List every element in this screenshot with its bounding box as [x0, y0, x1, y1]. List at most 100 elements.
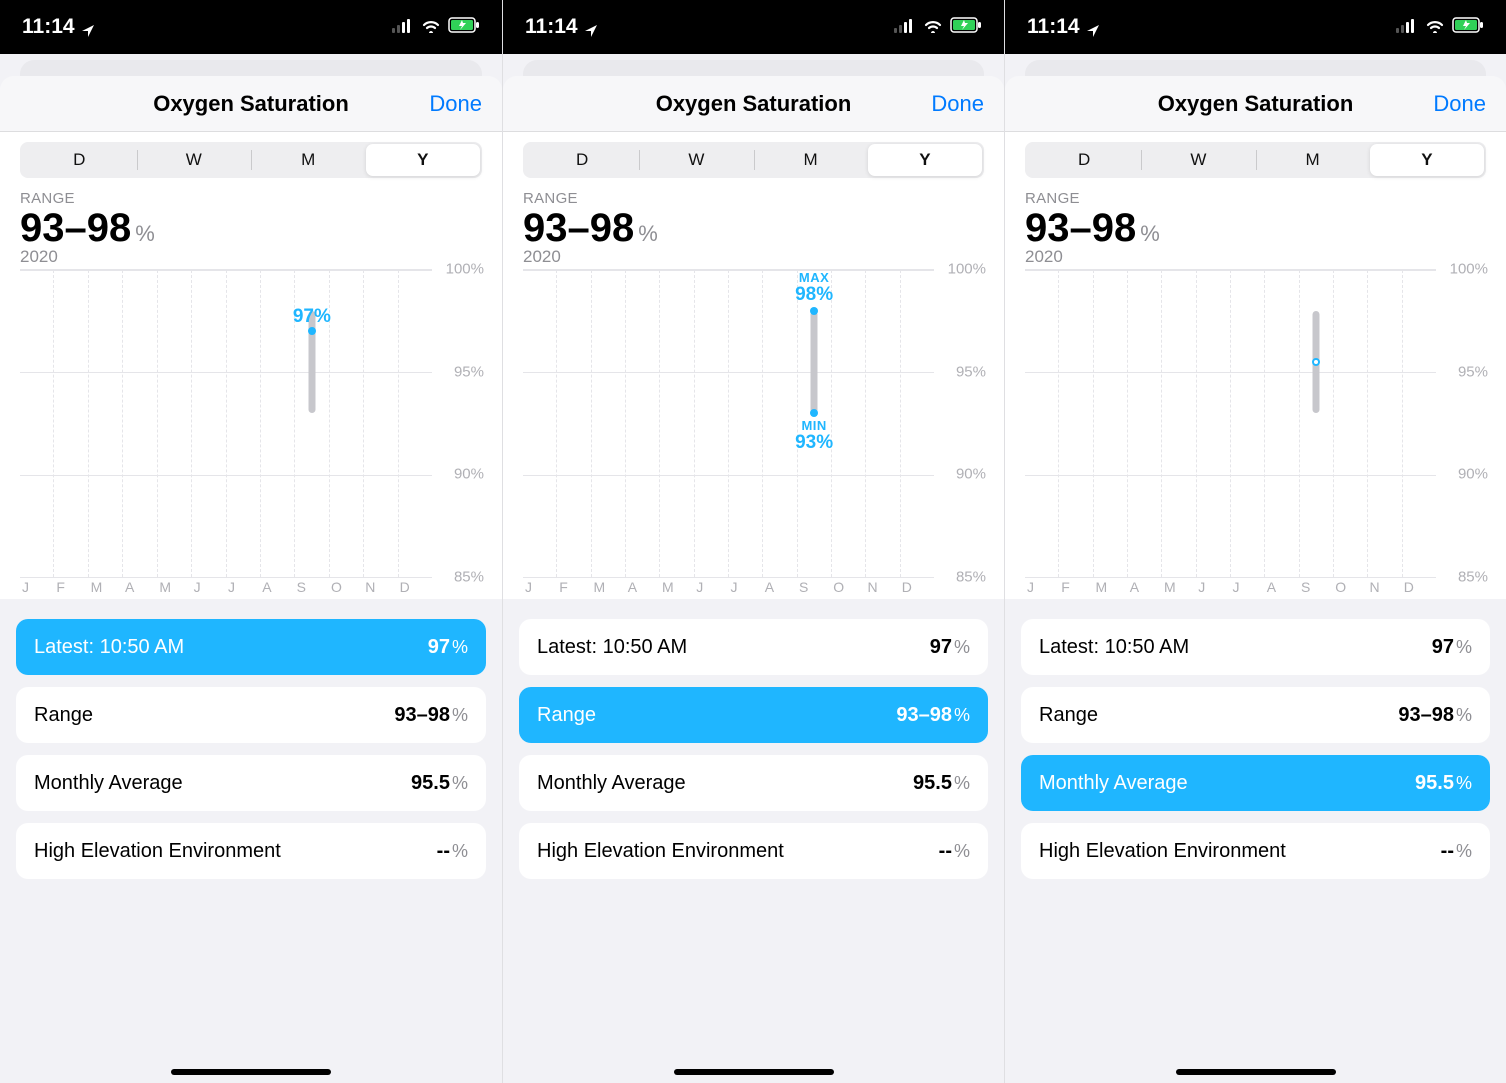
chart-annotation-min: MIN93% [795, 419, 833, 453]
card-avg-label: Monthly Average [1039, 772, 1188, 795]
card-avg[interactable]: Monthly Average 95.5% [519, 755, 988, 811]
card-avg-value: 95.5% [913, 772, 970, 795]
range-year: 2020 [1025, 247, 1486, 267]
card-elev[interactable]: High Elevation Environment --% [16, 823, 486, 879]
card-range-label: Range [34, 704, 93, 727]
time-range-segmented-control[interactable]: DWMY [523, 142, 984, 178]
navbar: Oxygen Saturation Done [0, 76, 502, 132]
card-elev[interactable]: High Elevation Environment --% [519, 823, 988, 879]
range-year: 2020 [20, 247, 482, 267]
wifi-icon [1424, 15, 1446, 39]
card-avg-label: Monthly Average [34, 772, 183, 795]
chart-annotation-max: MAX98% [795, 271, 833, 305]
done-button[interactable]: Done [429, 91, 482, 117]
x-tick-label: N [866, 579, 900, 599]
chart-dot-min [810, 409, 818, 417]
card-avg-label: Monthly Average [537, 772, 686, 795]
range-heading: RANGE [20, 190, 482, 207]
x-tick-label: A [626, 579, 660, 599]
battery-icon [950, 15, 982, 39]
x-tick-label: S [797, 579, 831, 599]
card-latest[interactable]: Latest: 10:50 AM 97% [519, 619, 988, 675]
segment-d[interactable]: D [22, 144, 137, 176]
segment-w[interactable]: W [639, 144, 753, 176]
x-tick-label: M [592, 579, 626, 599]
card-avg-value: 95.5% [411, 772, 468, 795]
chart-dot-latest [308, 327, 316, 335]
segment-d[interactable]: D [525, 144, 639, 176]
page-title: Oxygen Saturation [656, 91, 852, 117]
segment-w[interactable]: W [1141, 144, 1255, 176]
home-indicator[interactable] [674, 1069, 834, 1075]
battery-icon [1452, 15, 1484, 39]
card-range[interactable]: Range 93–98% [1021, 687, 1490, 743]
card-elev[interactable]: High Elevation Environment --% [1021, 823, 1490, 879]
chart-bar-sep [811, 311, 818, 413]
signal-icon [894, 15, 916, 39]
card-latest-value: 97% [1432, 636, 1472, 659]
card-latest[interactable]: Latest: 10:50 AM 97% [16, 619, 486, 675]
y-tick-label: 85% [454, 569, 484, 586]
location-icon [1086, 20, 1100, 34]
x-tick-label: A [763, 579, 797, 599]
y-tick-label: 95% [956, 363, 986, 380]
summary-cards: Latest: 10:50 AM 97% Range 93–98% Monthl… [0, 599, 502, 1083]
page-title: Oxygen Saturation [153, 91, 349, 117]
x-tick-label: D [1402, 579, 1436, 599]
x-tick-label: O [831, 579, 865, 599]
card-elev-label: High Elevation Environment [537, 840, 784, 863]
status-time: 11:14 [22, 15, 75, 39]
signal-icon [392, 15, 414, 39]
card-avg[interactable]: Monthly Average 95.5% [16, 755, 486, 811]
time-range-segmented-control[interactable]: DWMY [1025, 142, 1486, 178]
x-tick-label: S [1299, 579, 1333, 599]
segment-y[interactable]: Y [1370, 144, 1484, 176]
range-value: 93–98% [523, 207, 984, 249]
card-latest-label: Latest: 10:50 AM [34, 636, 184, 659]
x-tick-label: M [1162, 579, 1196, 599]
chart: 97% 85%90%95%100% JFMAMJJASOND [20, 269, 482, 599]
card-avg[interactable]: Monthly Average 95.5% [1021, 755, 1490, 811]
y-tick-label: 95% [454, 363, 484, 380]
x-tick-label: J [1231, 579, 1265, 599]
segment-d[interactable]: D [1027, 144, 1141, 176]
card-range[interactable]: Range 93–98% [519, 687, 988, 743]
wifi-icon [420, 15, 442, 39]
x-tick-label: O [329, 579, 363, 599]
x-tick-label: J [20, 579, 54, 599]
x-tick-label: J [523, 579, 557, 599]
card-range[interactable]: Range 93–98% [16, 687, 486, 743]
done-button[interactable]: Done [931, 91, 984, 117]
location-icon [81, 20, 95, 34]
card-elev-label: High Elevation Environment [1039, 840, 1286, 863]
x-tick-label: J [192, 579, 226, 599]
card-range-label: Range [1039, 704, 1098, 727]
page-title: Oxygen Saturation [1158, 91, 1354, 117]
time-range-segmented-control[interactable]: DWMY [20, 142, 482, 178]
segment-m[interactable]: M [754, 144, 868, 176]
chart: 85%90%95%100% JFMAMJJASOND [1025, 269, 1486, 599]
home-indicator[interactable] [1176, 1069, 1336, 1075]
wifi-icon [922, 15, 944, 39]
segment-w[interactable]: W [137, 144, 252, 176]
range-year: 2020 [523, 247, 984, 267]
card-latest[interactable]: Latest: 10:50 AM 97% [1021, 619, 1490, 675]
card-range-value: 93–98% [1398, 704, 1472, 727]
card-elev-value: --% [1441, 840, 1472, 863]
segment-y[interactable]: Y [366, 144, 481, 176]
x-tick-label: F [1059, 579, 1093, 599]
y-tick-label: 100% [446, 261, 484, 278]
x-tick-label: A [123, 579, 157, 599]
x-tick-label: N [363, 579, 397, 599]
segment-m[interactable]: M [251, 144, 366, 176]
segment-y[interactable]: Y [868, 144, 982, 176]
card-range-value: 93–98% [394, 704, 468, 727]
done-button[interactable]: Done [1433, 91, 1486, 117]
y-tick-label: 85% [956, 569, 986, 586]
card-range-value: 93–98% [896, 704, 970, 727]
home-indicator[interactable] [171, 1069, 331, 1075]
x-tick-label: J [729, 579, 763, 599]
x-tick-label: F [54, 579, 88, 599]
segment-m[interactable]: M [1256, 144, 1370, 176]
battery-icon [448, 15, 480, 39]
